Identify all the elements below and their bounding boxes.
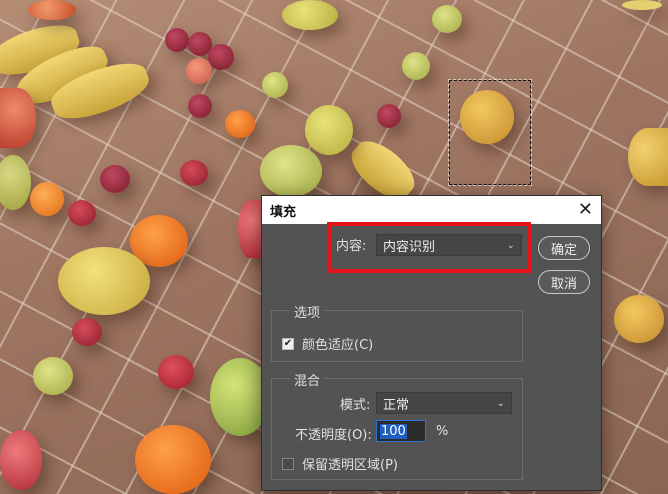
opacity-input[interactable]: 100 [376, 420, 426, 442]
plum [72, 318, 102, 346]
mode-select[interactable]: 正常 ⌄ [376, 392, 512, 414]
blend-group-title: 混合 [290, 370, 325, 389]
opacity-row: 不透明度(O): [295, 424, 372, 443]
mode-label: 模式: [340, 398, 371, 413]
plum [158, 355, 194, 389]
apple [628, 128, 668, 186]
opacity-unit: % [436, 423, 449, 439]
apple [262, 72, 288, 98]
dialog-titlebar[interactable]: 填充 ✕ [262, 196, 601, 224]
mode-select-value: 正常 [383, 397, 410, 413]
opacity-label: 不透明度(O): [295, 428, 372, 443]
orange [30, 182, 64, 216]
plum [68, 200, 96, 226]
orange [225, 110, 255, 138]
apple [33, 357, 73, 395]
preserve-label: 保留透明区域(P) [302, 458, 398, 473]
apple [0, 88, 36, 148]
pear [260, 145, 322, 197]
cancel-button[interactable]: 取消 [538, 270, 590, 294]
preserve-checkbox[interactable] [282, 457, 294, 470]
apple [432, 5, 462, 33]
apple [305, 105, 353, 155]
plum [165, 28, 189, 52]
apple [58, 247, 150, 315]
apple [0, 155, 31, 210]
chevron-down-icon: ⌄ [496, 397, 505, 409]
plum [188, 94, 212, 118]
plum [208, 44, 234, 70]
plum [377, 104, 401, 128]
marquee-selection[interactable] [448, 79, 532, 186]
red-highlight-box [327, 222, 531, 273]
apple [238, 200, 262, 258]
plum [180, 160, 208, 186]
preserve-row[interactable]: 保留透明区域(P) [282, 454, 398, 473]
color-adapt-label: 颜色适应(C) [302, 338, 374, 353]
apple [622, 0, 662, 10]
mode-row: 模式: [340, 394, 370, 413]
orange [135, 425, 211, 494]
apple [28, 0, 76, 20]
apple [0, 430, 42, 490]
apple [282, 0, 338, 30]
dialog-title: 填充 [270, 204, 297, 220]
plum [100, 165, 130, 193]
color-adapt-row[interactable]: ✔ 颜色适应(C) [282, 334, 373, 353]
options-group-title: 选项 [290, 302, 325, 321]
apple [402, 52, 430, 80]
apple [614, 295, 664, 343]
close-icon[interactable]: ✕ [578, 201, 593, 219]
opacity-value: 100 [380, 423, 407, 439]
opacity-input-row: 100 % [376, 420, 448, 442]
color-adapt-checkbox[interactable]: ✔ [282, 337, 294, 350]
peach [186, 58, 212, 84]
ok-button[interactable]: 确定 [538, 236, 590, 260]
